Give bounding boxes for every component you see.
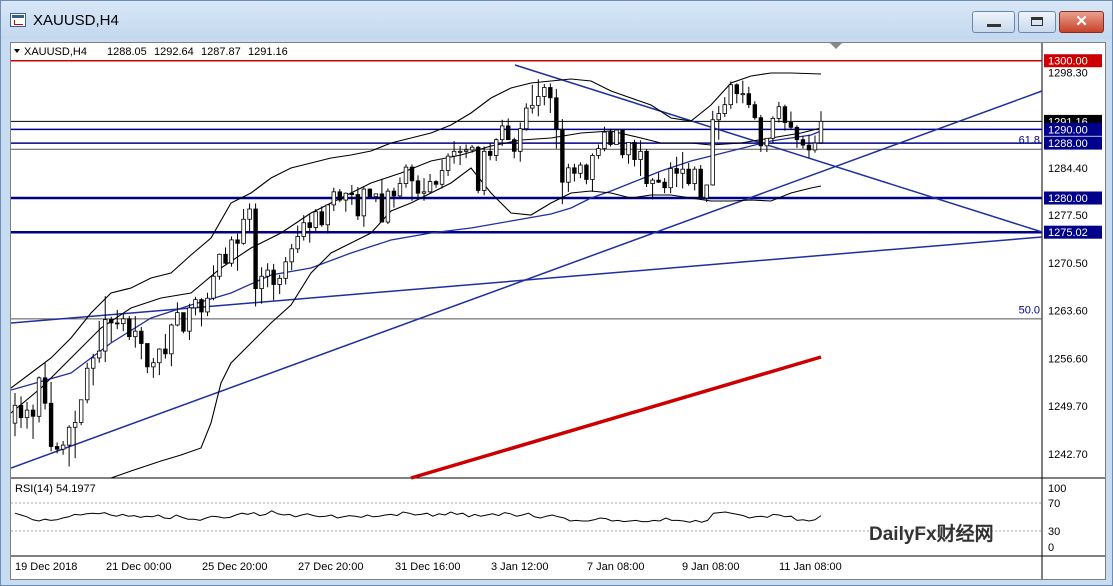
time-tick: 21 Dec 00:00 <box>106 561 171 573</box>
time-tick: 11 Jan 08:00 <box>779 561 842 573</box>
candle <box>217 253 222 280</box>
legend-close: 1291.16 <box>248 46 288 58</box>
price-tick: 1242.70 <box>1048 449 1088 461</box>
price-tick: 1249.70 <box>1048 401 1088 413</box>
svg-text:1290.00: 1290.00 <box>1048 124 1088 136</box>
price-tick: 1298.30 <box>1048 67 1088 79</box>
price-tag-1288: 1288.00 <box>1044 136 1102 150</box>
svg-text:1300.00: 1300.00 <box>1048 56 1088 68</box>
price-tick: 1270.50 <box>1048 258 1088 270</box>
fib-label-61-8: 61.8 <box>1019 134 1040 146</box>
candle <box>36 376 42 423</box>
price-tag-1300: 1300.00 <box>1044 54 1102 68</box>
candle <box>481 146 487 196</box>
time-tick: 25 Dec 20:00 <box>202 561 267 573</box>
legend-open: 1288.05 <box>107 46 147 58</box>
candle <box>728 81 733 109</box>
chart-window: XAUUSD,H4 ✕ XAUUSD,H4 1288.05 1292.64 12… <box>0 0 1113 586</box>
svg-text:1275.02: 1275.02 <box>1048 227 1088 239</box>
time-tick: 19 Dec 2018 <box>15 561 77 573</box>
price-tick: 1263.60 <box>1048 306 1088 318</box>
rsi-tick-70: 70 <box>1048 498 1060 510</box>
price-chart[interactable]: XAUUSD,H4 1288.05 1292.64 1287.87 1291.1… <box>10 43 1105 579</box>
minimize-button[interactable] <box>972 11 1015 33</box>
candle <box>78 399 84 426</box>
candle <box>181 312 186 334</box>
rsi-tick-100: 100 <box>1048 483 1066 495</box>
candle <box>710 110 715 186</box>
minimize-icon <box>987 24 1001 27</box>
rsi-tick-0: 0 <box>1048 542 1054 554</box>
candle <box>313 208 318 231</box>
legend-low: 1287.87 <box>201 46 241 58</box>
time-tick: 3 Jan 12:00 <box>491 561 549 573</box>
chart-area[interactable]: XAUUSD,H4 1288.05 1292.64 1287.87 1291.1… <box>10 42 1106 580</box>
candle <box>698 165 703 199</box>
svg-text:1288.00: 1288.00 <box>1048 138 1088 150</box>
maximize-icon <box>1031 17 1043 26</box>
candle <box>620 129 625 159</box>
close-icon: ✕ <box>1075 13 1088 30</box>
svg-text:1280.00: 1280.00 <box>1048 193 1088 205</box>
fib-label-50: 50.0 <box>1019 305 1040 317</box>
title-bar[interactable]: XAUUSD,H4 ✕ <box>1 1 1112 39</box>
time-tick: 9 Jan 08:00 <box>682 561 740 573</box>
rsi-tick-30: 30 <box>1048 526 1060 538</box>
price-tick: 1284.40 <box>1048 163 1088 175</box>
time-axis[interactable]: 19 Dec 2018 21 Dec 00:00 25 Dec 20:00 27… <box>15 561 842 573</box>
price-tag-1290: 1290.00 <box>1044 122 1102 136</box>
candle <box>644 149 649 188</box>
dailyfx-watermark: DailyFx财经网 <box>869 522 994 545</box>
window-title: XAUUSD,H4 <box>33 12 119 29</box>
time-tick: 7 Jan 08:00 <box>587 561 645 573</box>
candle <box>127 316 132 341</box>
chart-window-icon <box>10 13 26 27</box>
legend-high: 1292.64 <box>154 46 194 58</box>
time-tick: 27 Dec 20:00 <box>298 561 363 573</box>
candle <box>84 362 90 404</box>
candle <box>367 188 373 198</box>
legend-symbol: XAUUSD,H4 <box>24 46 87 58</box>
candle <box>614 129 619 145</box>
time-tick: 31 Dec 16:00 <box>395 561 460 573</box>
candle <box>475 145 481 194</box>
price-tick: 1277.50 <box>1048 210 1088 222</box>
candle <box>229 236 234 267</box>
maximize-button[interactable] <box>1018 11 1056 33</box>
price-tag-1280: 1280.00 <box>1044 191 1102 205</box>
price-tick: 1256.60 <box>1048 354 1088 366</box>
price-tag-1275: 1275.02 <box>1044 225 1102 239</box>
rsi-label: RSI(14) 54.1977 <box>15 483 96 495</box>
candle <box>385 188 391 225</box>
close-button[interactable]: ✕ <box>1059 11 1104 33</box>
